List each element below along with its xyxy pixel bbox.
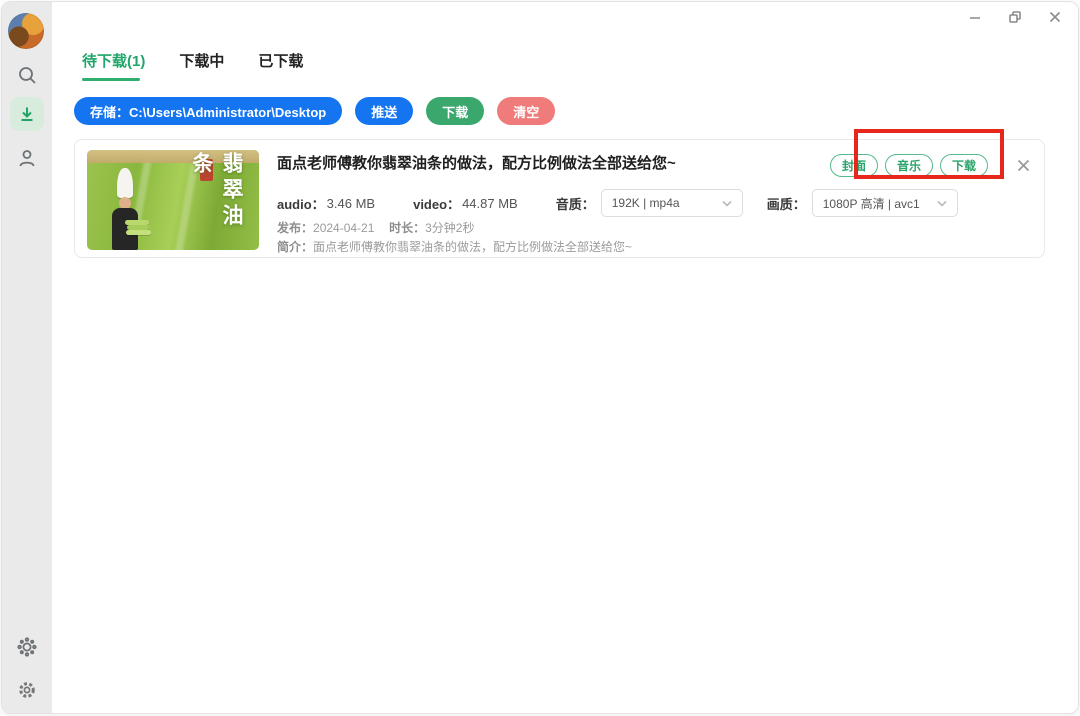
cover-button[interactable]: 封面	[830, 154, 878, 177]
description-label: 简介：	[277, 240, 313, 254]
duration-label: 时长：	[389, 221, 425, 235]
video-quality-value: 1080P 高清 | avc1	[823, 195, 920, 212]
download-item-button[interactable]: 下载	[940, 154, 988, 177]
push-button[interactable]: 推送	[355, 97, 413, 125]
settings-gear-icon[interactable]	[17, 680, 37, 700]
window-controls	[966, 8, 1064, 26]
download-all-button[interactable]: 下载	[426, 97, 484, 125]
video-quality-label: 画质：	[767, 194, 806, 213]
audio-label: audio：	[277, 194, 325, 213]
restore-icon[interactable]	[1006, 8, 1024, 26]
search-icon[interactable]	[17, 65, 37, 85]
remove-item-icon[interactable]	[1012, 154, 1034, 176]
user-icon[interactable]	[17, 148, 37, 168]
duration-value: 3分钟2秒	[425, 221, 474, 235]
toolbar: 存储：C:\Users\Administrator\Desktop 推送 下载 …	[74, 97, 555, 125]
audio-quality-value: 192K | mp4a	[612, 196, 680, 210]
app-window: 待下载(1) 下载中 已下载 存储：C:\Users\Administrator…	[1, 1, 1079, 714]
tab-downloading[interactable]: 下载中	[179, 50, 224, 81]
tab-pending[interactable]: 待下载(1)	[82, 50, 145, 81]
description-text: 面点老师傅教你翡翠油条的做法，配方比例做法全部送给您~	[313, 240, 632, 254]
audio-quality-select[interactable]: 192K | mp4a	[601, 189, 743, 217]
minimize-icon[interactable]	[966, 8, 984, 26]
item-title: 面点老师傅教你翡翠油条的做法，配方比例做法全部送给您~	[277, 152, 676, 173]
clear-button[interactable]: 清空	[497, 97, 555, 125]
music-button[interactable]: 音乐	[885, 154, 933, 177]
publish-row: 发布：2024-04-21 时长：3分钟2秒	[277, 219, 474, 236]
download-item-card: 翡翠油条 面点老师傅教你翡翠油条的做法，配方比例做法全部送给您~ audio： …	[74, 139, 1045, 258]
chevron-down-icon	[722, 200, 732, 207]
close-window-icon[interactable]	[1046, 8, 1064, 26]
publish-label: 发布：	[277, 221, 313, 235]
video-quality-select[interactable]: 1080P 高清 | avc1	[812, 189, 958, 217]
video-size: 44.87 MB	[462, 196, 518, 211]
description-row: 简介：面点老师傅教你翡翠油条的做法，配方比例做法全部送给您~	[277, 238, 632, 255]
download-tab-icon[interactable]	[10, 97, 44, 131]
video-thumbnail[interactable]: 翡翠油条	[87, 150, 259, 250]
item-actions: 封面 音乐 下载	[830, 154, 988, 177]
tab-bar: 待下载(1) 下载中 已下载	[82, 50, 303, 81]
audio-quality-label: 音质：	[556, 194, 595, 213]
publish-date: 2024-04-21	[313, 221, 374, 235]
audio-size: 3.46 MB	[327, 196, 375, 211]
avatar[interactable]	[8, 13, 44, 49]
chevron-down-icon	[937, 200, 947, 207]
tab-downloaded[interactable]: 已下载	[258, 50, 303, 81]
video-label: video：	[413, 194, 460, 213]
storage-path-button[interactable]: 存储：C:\Users\Administrator\Desktop	[74, 97, 342, 125]
item-meta-row: audio： 3.46 MB video： 44.87 MB 音质： 192K …	[277, 189, 958, 217]
thumbnail-chef	[109, 168, 149, 250]
thumbnail-title-text: 翡翠油条	[187, 152, 247, 250]
theme-brightness-icon[interactable]	[17, 637, 37, 657]
sidebar	[2, 2, 52, 713]
